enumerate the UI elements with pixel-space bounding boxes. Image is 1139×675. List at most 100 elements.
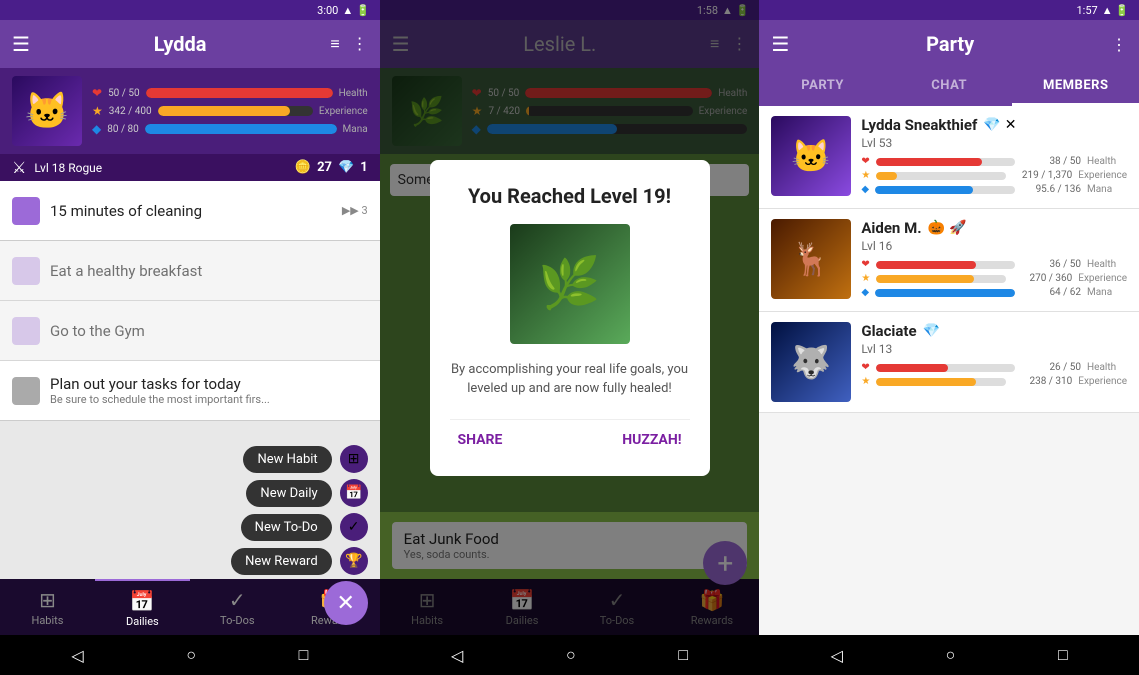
back-btn-1[interactable]: ◁ <box>71 646 83 665</box>
mana-value-1: 80 / 80 <box>107 124 139 135</box>
recent-btn-3[interactable]: □ <box>1058 645 1068 665</box>
new-todo-label[interactable]: New To-Do <box>241 514 332 541</box>
new-habit-icon: ⊞ <box>340 445 368 473</box>
more-icon-3[interactable]: ⋮ <box>1111 35 1127 54</box>
member-name-1: Lydda Sneakthief <box>861 116 977 134</box>
member-card-1[interactable]: 🐱 Lydda Sneakthief 💎 ✕ Lvl 53 ❤ 38 / 50 <box>759 106 1139 209</box>
task-checkbox-2[interactable] <box>12 257 40 285</box>
coin-value-1: 27 <box>317 160 332 175</box>
share-button[interactable]: SHARE <box>450 428 511 452</box>
exp-bar-bg-1 <box>158 106 313 116</box>
menu-icon-3[interactable]: ☰ <box>771 32 789 56</box>
home-btn-2[interactable]: ○ <box>566 645 576 665</box>
android-nav-1: ◁ ○ □ <box>0 635 380 675</box>
member-card-2[interactable]: 🦌 Aiden M. 🎃 🚀 Lvl 16 ❤ 36 / 50 He <box>759 209 1139 312</box>
new-reward-label[interactable]: New Reward <box>231 548 332 575</box>
tab-chat[interactable]: CHAT <box>886 68 1013 106</box>
member-exp-row-3: ★ 238 / 310 Experience <box>861 376 1127 387</box>
health-bar-bg-1 <box>146 88 333 98</box>
android-nav-2: ◁ ○ □ <box>380 635 760 675</box>
habits-icon-1: ⊞ <box>39 588 56 612</box>
task-title-2: Eat a healthy breakfast <box>50 262 368 280</box>
fab-close-button[interactable]: ✕ <box>324 581 368 625</box>
member-card-3[interactable]: 🐺 Glaciate 💎 Lvl 13 ❤ 26 / 50 Health <box>759 312 1139 413</box>
member-level-3: Lvl 13 <box>861 342 1127 356</box>
members-list: 🐱 Lydda Sneakthief 💎 ✕ Lvl 53 ❤ 38 / 50 <box>759 106 1139 635</box>
member-mana-val-2: 64 / 62 <box>1021 287 1081 298</box>
task-content-1: 15 minutes of cleaning <box>50 202 332 220</box>
member-exp-row-1: ★ 219 / 1,370 Experience <box>861 170 1127 181</box>
app-header-1: ☰ Lydda ≡ ⋮ <box>0 20 380 68</box>
fab-new-habit[interactable]: New Habit ⊞ <box>243 445 367 473</box>
filter-icon-1[interactable]: ≡ <box>330 34 339 54</box>
nav-dailies-1[interactable]: 📅 Dailies <box>95 579 190 635</box>
task-item-2[interactable]: Eat a healthy breakfast <box>0 241 380 301</box>
back-btn-3[interactable]: ◁ <box>831 646 843 665</box>
back-btn-2[interactable]: ◁ <box>451 646 463 665</box>
member-exp-bar-2 <box>876 275 1006 283</box>
tab-party[interactable]: PARTY <box>759 68 886 106</box>
level-text-1: Lvl 18 Rogue <box>34 161 102 175</box>
member-name-2: Aiden M. <box>861 219 921 237</box>
recent-btn-2[interactable]: □ <box>678 645 688 665</box>
menu-icon-1[interactable]: ☰ <box>12 32 30 56</box>
huzzah-button[interactable]: HUZZAH! <box>614 428 689 452</box>
task-item-1[interactable]: 15 minutes of cleaning ▶▶ 3 <box>0 181 380 241</box>
dailies-icon-1: 📅 <box>130 589 155 613</box>
class-icon-1: ⚔ <box>12 158 26 177</box>
status-bar-3: 1:57 ▲ 🔋 <box>759 0 1139 20</box>
task-content-4: Plan out your tasks for today Be sure to… <box>50 375 368 406</box>
health-bar-fill-1 <box>146 88 333 98</box>
task-item-3[interactable]: Go to the Gym <box>0 301 380 361</box>
member-icons-2: 🎃 🚀 <box>928 220 967 236</box>
mana-icon-m1: ◆ <box>861 184 869 195</box>
member-exp-val-3: 238 / 310 <box>1012 376 1072 387</box>
mana-bar-bg-1 <box>145 124 337 134</box>
new-habit-label[interactable]: New Habit <box>243 446 331 473</box>
exp-icon-m2: ★ <box>861 273 870 284</box>
exp-icon-m1: ★ <box>861 170 870 181</box>
task-checkbox-4[interactable] <box>12 377 40 405</box>
health-icon-m2: ❤ <box>861 259 869 270</box>
member-exp-label-1: Experience <box>1078 170 1127 181</box>
fab-new-todo[interactable]: New To-Do ✓ <box>241 513 368 541</box>
app-title-1: Lydda <box>154 32 207 56</box>
panel-party: 1:57 ▲ 🔋 ☰ Party ⋮ PARTY CHAT MEMBERS 🐱 … <box>759 0 1139 675</box>
habits-label-1: Habits <box>31 614 63 627</box>
new-daily-icon: 📅 <box>340 479 368 507</box>
member-health-row-2: ❤ 36 / 50 Health <box>861 259 1127 270</box>
member-exp-bar-1 <box>876 172 1006 180</box>
currency-1: 🪙 27 💎 1 <box>295 160 368 175</box>
member-health-val-2: 36 / 50 <box>1021 259 1081 270</box>
member-avatar-2: 🦌 <box>771 219 851 299</box>
health-stat-1: ❤ 50 / 50 Health <box>92 86 368 100</box>
home-btn-1[interactable]: ○ <box>186 645 196 665</box>
new-reward-icon: 🏆 <box>340 547 368 575</box>
task-subtitle-4: Be sure to schedule the most important f… <box>50 393 368 406</box>
member-name-row-3: Glaciate 💎 <box>861 322 1127 340</box>
task-title-1: 15 minutes of cleaning <box>50 202 332 220</box>
home-btn-3[interactable]: ○ <box>946 645 956 665</box>
member-health-bar-3 <box>876 364 1015 372</box>
fab-new-daily[interactable]: New Daily 📅 <box>246 479 367 507</box>
modal-title: You Reached Level 19! <box>450 184 690 208</box>
mana-bar-fill-1 <box>145 124 337 134</box>
status-icons-3: ▲ 🔋 <box>1102 4 1129 17</box>
new-daily-label[interactable]: New Daily <box>246 480 331 507</box>
member-exp-label-2: Experience <box>1078 273 1127 284</box>
recent-btn-1[interactable]: □ <box>299 645 309 665</box>
task-item-4[interactable]: Plan out your tasks for today Be sure to… <box>0 361 380 421</box>
app-title-3: Party <box>926 32 974 56</box>
nav-habits-1[interactable]: ⊞ Habits <box>0 579 95 635</box>
task-checkbox-3[interactable] <box>12 317 40 345</box>
member-exp-val-2: 270 / 360 <box>1012 273 1072 284</box>
status-time-3: 1:57 <box>1076 4 1097 17</box>
task-content-3: Go to the Gym <box>50 322 368 340</box>
member-mana-row-2: ◆ 64 / 62 Mana <box>861 287 1127 298</box>
task-checkbox-1[interactable] <box>12 197 40 225</box>
more-icon-1[interactable]: ⋮ <box>352 34 368 54</box>
member-avatar-3: 🐺 <box>771 322 851 402</box>
modal-actions: SHARE HUZZAH! <box>450 419 690 452</box>
fab-new-reward[interactable]: New Reward 🏆 <box>231 547 368 575</box>
tab-members[interactable]: MEMBERS <box>1012 68 1139 106</box>
